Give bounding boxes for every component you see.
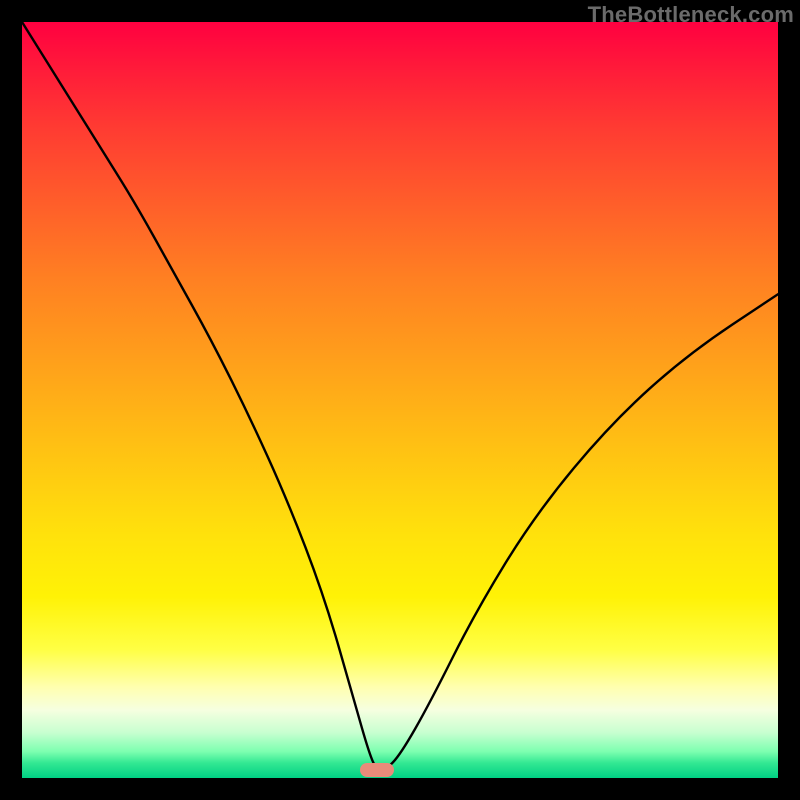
watermark-text: TheBottleneck.com	[588, 2, 794, 28]
chart-stage: TheBottleneck.com	[0, 0, 800, 800]
bottleneck-curve	[22, 22, 778, 778]
plot-area	[22, 22, 778, 778]
optimum-marker	[360, 763, 394, 777]
